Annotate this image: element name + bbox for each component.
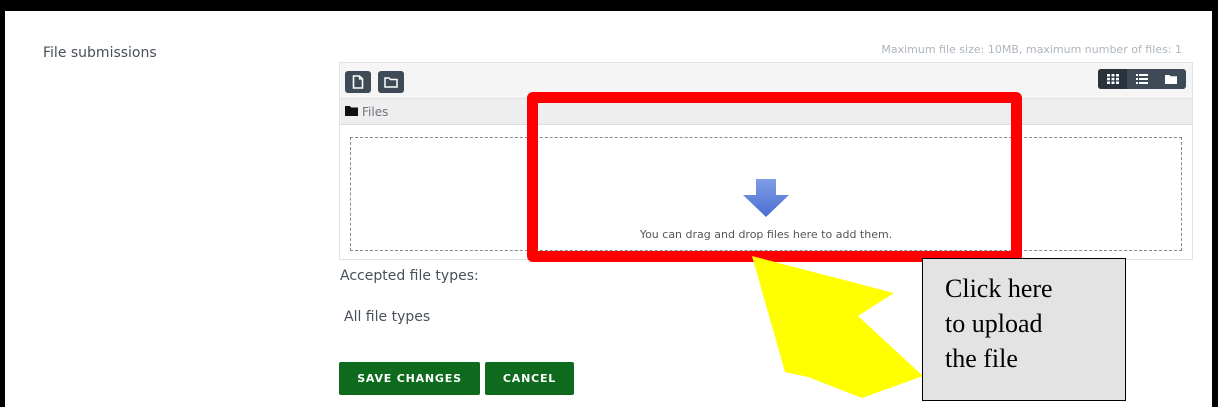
callout-line: the file	[945, 344, 1018, 373]
max-file-info: Maximum file size: 10MB, maximum number …	[881, 43, 1182, 56]
save-changes-button[interactable]: SAVE CHANGES	[339, 362, 480, 395]
add-file-button[interactable]	[345, 71, 371, 93]
list-icon	[1135, 74, 1148, 84]
callout-line: to upload	[945, 309, 1043, 338]
folder-icon	[345, 106, 358, 116]
view-switcher	[1098, 69, 1186, 89]
view-list-button[interactable]	[1127, 69, 1156, 89]
accepted-file-types-label: Accepted file types:	[340, 268, 479, 284]
callout-line: Click here	[945, 274, 1053, 303]
file-icon	[352, 75, 364, 89]
file-submissions-label: File submissions	[43, 45, 157, 61]
cancel-button[interactable]: CANCEL	[485, 362, 574, 395]
create-folder-button[interactable]	[378, 71, 404, 93]
grid-icon	[1106, 74, 1119, 84]
folder-outline-icon	[384, 77, 398, 88]
folder-icon	[1165, 75, 1178, 84]
highlight-box	[527, 92, 1022, 262]
view-icons-button[interactable]	[1098, 69, 1128, 89]
view-tree-button[interactable]	[1157, 69, 1186, 89]
accepted-file-types-value: All file types	[344, 309, 431, 325]
callout-note: Click here to upload the file	[922, 258, 1126, 401]
path-label-files[interactable]: Files	[362, 105, 388, 119]
